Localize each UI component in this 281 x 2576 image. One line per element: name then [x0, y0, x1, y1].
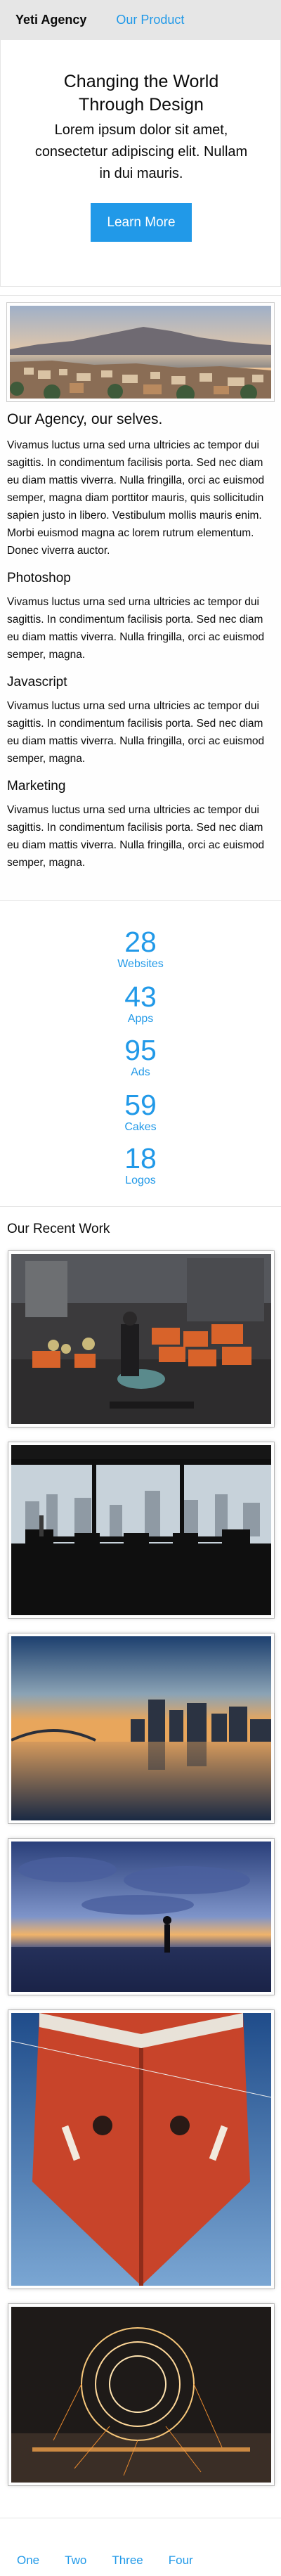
stat-websites: 28 Websites: [0, 926, 281, 971]
section-title-photoshop: Photoshop: [7, 571, 71, 585]
market-photo[interactable]: [8, 1251, 274, 1427]
page-link-one[interactable]: One: [17, 2554, 39, 2568]
stat-label: Ads: [131, 1066, 150, 1078]
section-text-javascript: Vivamus luctus urna sed urna ultricies a…: [7, 700, 265, 765]
hero-title: Changing the World Through Design: [63, 72, 219, 115]
section-text-marketing: Vivamus luctus urna sed urna ultricies a…: [7, 804, 265, 869]
top-bar: Yeti Agency Our Product: [0, 0, 281, 39]
section-divider: [0, 1206, 281, 1207]
stat-number: 28: [124, 926, 157, 958]
section-title-marketing: Marketing: [7, 779, 66, 794]
agency-intro: Vivamus luctus urna sed urna ultricies a…: [7, 439, 265, 557]
stat-number: 59: [124, 1089, 157, 1121]
ship-bow-photo[interactable]: [8, 2010, 274, 2289]
page-link-two[interactable]: Two: [65, 2554, 86, 2568]
stat-logos: 18 Logos: [0, 1143, 281, 1188]
stat-number: 18: [124, 1142, 157, 1174]
stat-label: Cakes: [124, 1121, 157, 1133]
agency-content: Our Agency, our selves. Vivamus luctus u…: [7, 410, 274, 872]
nav-link-our-product[interactable]: Our Product: [116, 13, 184, 27]
page-link-four[interactable]: Four: [169, 2554, 193, 2568]
learn-more-button[interactable]: Learn More: [91, 203, 192, 242]
brand-name: Yeti Agency: [15, 12, 87, 27]
river-skyline-photo[interactable]: [8, 1633, 274, 1823]
stats-section: 28 Websites 43 Apps 95 Ads 59 Cakes 18 L…: [0, 914, 281, 1195]
page-link-three[interactable]: Three: [112, 2554, 143, 2568]
stat-number: 43: [124, 980, 157, 1013]
hero-lead: Lorem ipsum dolor sit amet, consectetur …: [34, 122, 248, 181]
agency-heading: Our Agency, our selves.: [7, 411, 163, 427]
stat-number: 95: [124, 1034, 157, 1066]
stat-cakes: 59 Cakes: [0, 1089, 281, 1134]
stat-label: Websites: [117, 958, 164, 970]
section-title-javascript: Javascript: [7, 675, 67, 690]
section-text-photoshop: Vivamus luctus urna sed urna ultricies a…: [7, 596, 265, 661]
stat-label: Apps: [127, 1013, 154, 1025]
stat-ads: 95 Ads: [0, 1035, 281, 1080]
recent-work-title: Our Recent Work: [7, 1222, 110, 1236]
agency-card: Our Agency, our selves. Vivamus luctus u…: [0, 295, 281, 901]
hero-callout: Changing the World Through Design Lorem …: [0, 39, 281, 287]
beach-silhouette-photo[interactable]: [8, 1839, 274, 1995]
pagination: One Two Three Four: [0, 2544, 281, 2576]
cafe-window-photo[interactable]: [8, 1442, 274, 1618]
stat-apps: 43 Apps: [0, 981, 281, 1026]
steel-wool-photo[interactable]: [8, 2304, 274, 2485]
city-panorama-photo: [7, 303, 274, 401]
stat-label: Logos: [125, 1174, 156, 1186]
